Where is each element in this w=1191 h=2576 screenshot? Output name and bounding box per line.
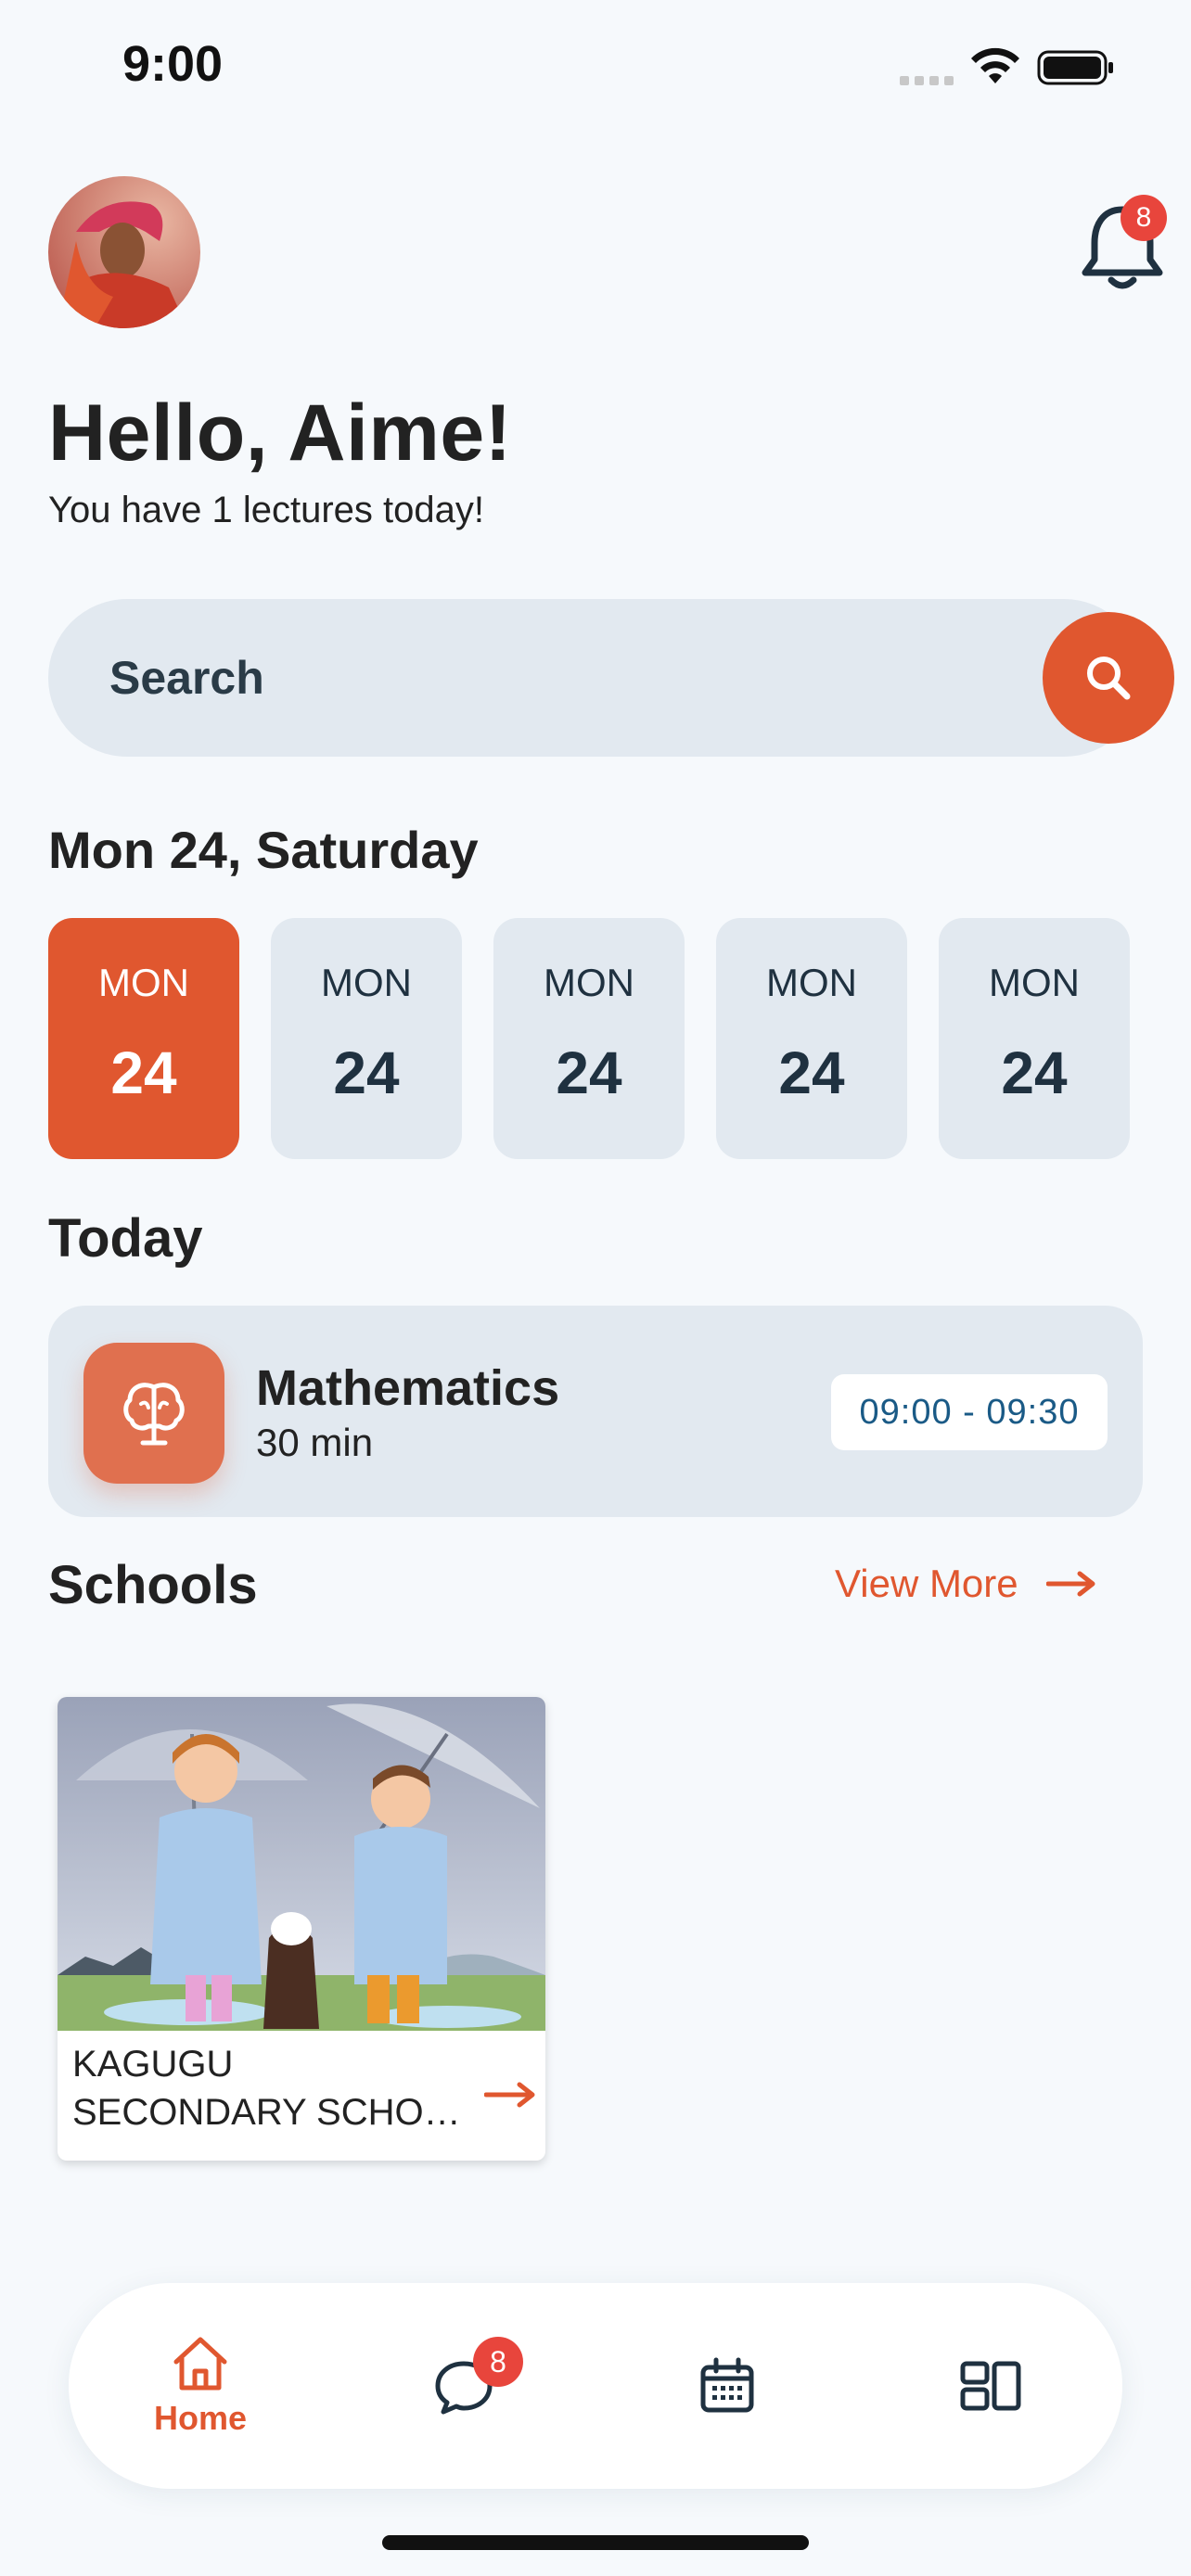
greeting-subtext: You have 1 lectures today! [48,490,484,530]
date-heading: Mon 24, Saturday [48,821,479,879]
view-more-label: View More [835,1562,1018,1605]
arrow-right-icon [1045,1571,1095,1597]
date-number: 24 [778,1039,845,1106]
messages-badge: 8 [473,2337,523,2387]
status-time: 9:00 [122,36,224,92]
today-heading: Today [48,1208,203,1269]
status-bar: 9:00 [0,0,1191,130]
view-more-link[interactable]: View More [835,1562,1096,1606]
nav-messages[interactable]: 8 [371,2283,557,2489]
school-name-line1: KAGUGU [72,2044,234,2085]
search-button[interactable] [1043,612,1174,744]
search-bar [48,599,1174,757]
date-day: MON [98,961,189,1004]
date-number: 24 [333,1039,400,1106]
date-day: MON [321,961,412,1004]
lecture-card[interactable]: Mathematics 30 min 09:00 - 09:30 [48,1306,1143,1517]
search-icon [1087,657,1131,700]
school-name-line2: SECONDARY SCHOOL [72,2092,462,2133]
school-name: KAGUGU SECONDARY SCHOOL [72,2040,462,2136]
school-card[interactable]: KAGUGU SECONDARY SCHOOL [58,1697,545,2161]
home-icon [173,2337,227,2391]
bottom-nav: Home 8 [69,2283,1122,2489]
date-card[interactable]: MON 24 [493,918,685,1159]
brain-icon [123,1383,185,1446]
avatar-photo [48,176,200,328]
notification-badge: 8 [1121,195,1167,241]
dashboard-icon [960,2361,1021,2411]
date-day: MON [544,961,634,1004]
date-strip: MON 24 MON 24 MON 24 MON 24 MON 24 [48,918,1143,1159]
greeting-title: Hello, Aime! [48,389,512,478]
date-card[interactable]: MON 24 [271,918,462,1159]
date-card[interactable]: MON 24 [716,918,907,1159]
nav-home[interactable]: Home [108,2283,293,2489]
nav-dashboard[interactable] [898,2283,1083,2489]
signal-icon [900,76,955,87]
lecture-title: Mathematics [256,1360,560,1416]
avatar[interactable] [48,176,200,328]
nav-home-label: Home [153,2399,248,2437]
date-card[interactable]: MON 24 [48,918,239,1159]
date-day: MON [989,961,1080,1004]
nav-calendar[interactable] [634,2283,820,2489]
search-input[interactable] [109,599,944,757]
battery-icon [1037,50,1113,85]
school-image [58,1697,545,2031]
lecture-time-badge: 09:00 - 09:30 [831,1374,1108,1450]
date-number: 24 [556,1039,622,1106]
date-number: 24 [1001,1039,1068,1106]
date-card[interactable]: MON 24 [939,918,1130,1159]
lecture-icon-box [83,1343,224,1484]
date-number: 24 [110,1039,177,1106]
wifi-icon [971,47,1019,83]
schools-heading: Schools [48,1555,258,1615]
lecture-duration: 30 min [256,1421,374,1464]
home-indicator [382,2535,809,2550]
calendar-icon [700,2357,754,2413]
arrow-right-icon[interactable] [484,2081,536,2109]
date-day: MON [766,961,857,1004]
